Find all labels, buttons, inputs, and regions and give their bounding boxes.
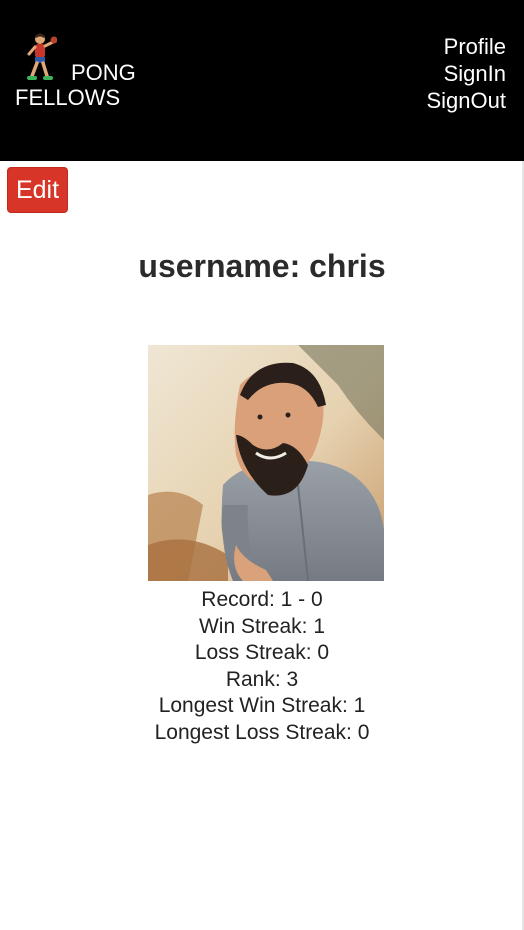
page-title: username: chris	[138, 248, 386, 284]
brand-word-fellows: FELLOWS	[15, 85, 121, 110]
stat-win-streak: Win Streak: 1	[198, 614, 326, 638]
avatar	[148, 345, 384, 581]
stat-longest-loss-streak: Longest Loss Streak: 0	[154, 720, 370, 744]
stat-rank: Rank: 3	[225, 667, 299, 691]
brand[interactable]: PONG FELLOWS	[15, 32, 136, 111]
player-stats: Record: 1 - 0 Win Streak: 1 Loss Streak:…	[0, 587, 524, 746]
top-navbar: PONG FELLOWS Profile SignIn SignOut	[0, 0, 524, 161]
stat-loss-streak: Loss Streak: 0	[194, 641, 330, 664]
stat-longest-win-streak: Longest Win Streak: 1	[158, 694, 366, 717]
ping-pong-player-icon	[27, 33, 57, 80]
nav-profile-link[interactable]: Profile	[427, 33, 506, 60]
nav-signout-link[interactable]: SignOut	[427, 87, 507, 114]
brand-word-pong: PONG	[71, 60, 136, 85]
stat-record: Record: 1 - 0	[201, 588, 323, 611]
nav-menu: Profile SignIn SignOut	[427, 33, 507, 114]
edit-button[interactable]: Edit	[7, 167, 68, 213]
nav-signin-link[interactable]: SignIn	[427, 60, 506, 87]
